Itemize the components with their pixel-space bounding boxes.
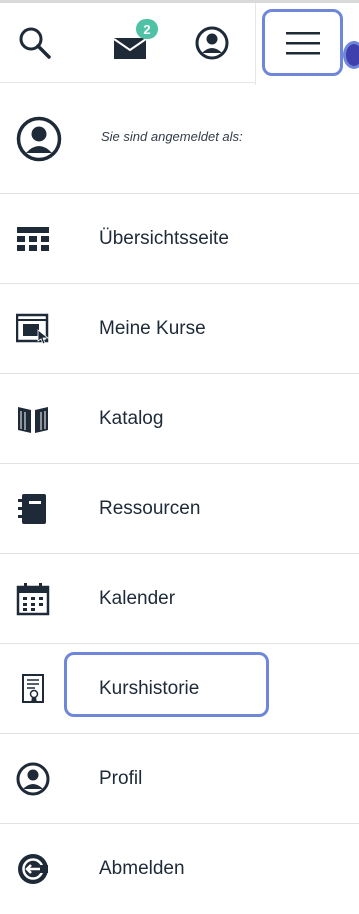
menu-toggle-button[interactable] xyxy=(262,9,343,76)
logged-in-label: Sie sind angemeldet als: xyxy=(101,129,243,144)
unread-badge: 2 xyxy=(136,19,158,39)
nav-item-label: Katalog xyxy=(99,408,164,429)
nav-item-calendar[interactable]: Kalender xyxy=(0,554,359,644)
nav-item-label: Übersichtsseite xyxy=(99,228,229,249)
user-circle-icon xyxy=(16,116,62,162)
calendar-icon xyxy=(16,582,50,616)
certificate-icon xyxy=(16,672,50,706)
logout-icon xyxy=(16,852,50,886)
nav-item-catalog[interactable]: Katalog xyxy=(0,374,359,464)
user-circle-icon xyxy=(195,26,229,59)
nav-item-label: Kurshistorie xyxy=(99,678,200,699)
messages-button[interactable]: 2 xyxy=(98,3,162,82)
dashboard-grid-icon xyxy=(16,222,50,256)
nav-item-profile[interactable]: Profil xyxy=(0,734,359,824)
nav-item-label: Kalender xyxy=(99,588,176,609)
nav-item-label: Meine Kurse xyxy=(99,318,206,339)
hamburger-menu-icon xyxy=(285,31,320,54)
scroll-handle[interactable] xyxy=(343,41,359,69)
search-icon xyxy=(19,27,51,59)
account-header: Sie sind angemeldet als: xyxy=(0,82,359,194)
nav-item-label: Abmelden xyxy=(99,858,185,879)
nav-item-my-courses[interactable]: Meine Kurse xyxy=(0,284,359,374)
nav-item-label: Ressourcen xyxy=(99,498,201,519)
open-book-icon xyxy=(16,402,50,436)
course-screen-icon xyxy=(16,312,50,346)
nav-item-logout[interactable]: Abmelden xyxy=(0,824,359,914)
toolbar-divider xyxy=(255,3,256,85)
nav-item-label: Profil xyxy=(99,768,143,789)
top-toolbar: 2 xyxy=(0,0,359,85)
user-circle-icon xyxy=(16,762,50,796)
nav-item-resources[interactable]: Ressourcen xyxy=(0,464,359,554)
profile-button[interactable] xyxy=(186,3,238,82)
nav-item-overview[interactable]: Übersichtsseite xyxy=(0,194,359,284)
nav-item-course-history[interactable]: Kurshistorie xyxy=(0,644,359,734)
notebook-icon xyxy=(16,492,50,526)
search-button[interactable] xyxy=(10,3,60,82)
